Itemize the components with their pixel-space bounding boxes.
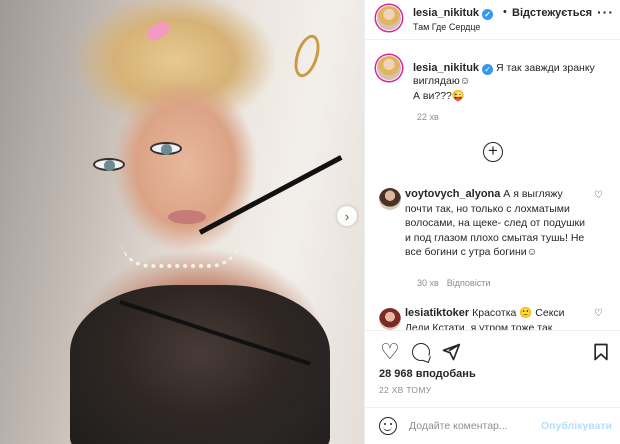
separator-dot: • (503, 6, 507, 18)
location-link[interactable]: Там Где Сердце (413, 22, 480, 32)
likes-count[interactable]: 28 968 вподобань (379, 368, 476, 380)
comment-composer: Опублікувати (365, 407, 620, 444)
next-photo-button[interactable]: › (337, 206, 357, 226)
photo-detail-nails (144, 18, 172, 44)
photo-detail-necklace (120, 238, 240, 268)
photo-detail-eye-right (150, 142, 182, 155)
comment-like-icon[interactable]: ♡ (594, 308, 603, 319)
comment-body: voytovych_alyona А я выгляжу почти так, … (405, 188, 585, 258)
verified-icon: ✓ (482, 64, 494, 75)
publish-button[interactable]: Опублікувати (541, 420, 612, 432)
comment-time[interactable]: 30 хв (417, 278, 439, 288)
photo-detail-eye-left (93, 158, 125, 171)
comment-meta: 30 хв Відповісти (417, 278, 498, 288)
following-button[interactable]: Відстежується (512, 7, 592, 19)
verified-icon: ✓ (482, 9, 494, 20)
photo-detail-bracelet (289, 31, 325, 81)
caption-line-3: А ви???😜 (413, 90, 465, 102)
caption-line-2: виглядаю☺ (413, 75, 471, 87)
caption-author-username[interactable]: lesia_nikituk (413, 62, 479, 74)
photo-detail-strap (198, 155, 343, 235)
caption-timestamp[interactable]: 22 хв (417, 112, 439, 122)
comment-icon[interactable] (411, 342, 431, 362)
commenter-avatar[interactable] (379, 188, 401, 210)
post-header: lesia_nikituk ✓ • Відстежується Там Где С… (365, 0, 620, 40)
reply-button[interactable]: Відповісти (447, 278, 491, 288)
like-icon[interactable] (380, 342, 400, 362)
caption-line-1: lesia_nikituk ✓ Я так завжди зранку (413, 62, 595, 75)
photo-detail-lips (168, 210, 206, 224)
post-photo[interactable] (0, 0, 364, 444)
comment-body: lesiatiktoker Красотка 🙂 Секси Леди Кста… (405, 307, 565, 330)
author-avatar[interactable] (377, 6, 401, 30)
post-age[interactable]: 22 ХВ ТОМУ (379, 385, 431, 395)
comment-input[interactable] (409, 417, 539, 435)
commenter-avatar[interactable] (379, 308, 401, 330)
post-side-panel: lesia_nikituk ✓ • Відстежується Там Где С… (364, 0, 620, 444)
caption-author-avatar[interactable] (377, 56, 401, 80)
commenter-username[interactable]: voytovych_alyona (405, 188, 500, 200)
share-icon[interactable] (441, 342, 461, 362)
commenter-username[interactable]: lesiatiktoker (405, 307, 469, 319)
photo-detail-lingerie (70, 285, 330, 444)
emoji-icon[interactable] (379, 417, 397, 435)
comments-list: voytovych_alyona А я выгляжу почти так, … (365, 180, 620, 330)
load-more-comments-button[interactable]: + (483, 142, 503, 162)
more-options-icon[interactable]: ··· (597, 4, 614, 20)
author-username[interactable]: lesia_nikituk ✓ (413, 7, 494, 20)
comment-like-icon[interactable]: ♡ (594, 190, 603, 201)
save-bookmark-icon[interactable] (591, 342, 611, 362)
